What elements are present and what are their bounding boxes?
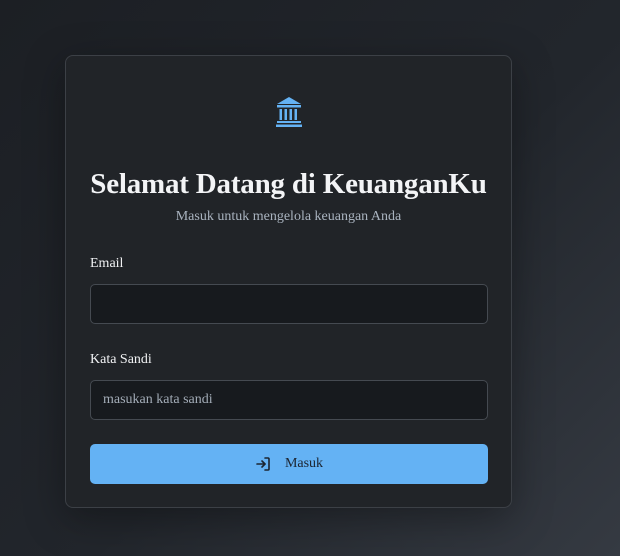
login-button-label: Masuk: [284, 456, 324, 471]
login-card: Selamat Datang di KeuanganKu Masuk untuk…: [65, 55, 512, 508]
page-title: Selamat Datang di KeuanganKu: [90, 168, 487, 200]
password-label: Kata Sandi: [90, 352, 152, 367]
password-field[interactable]: [90, 380, 488, 420]
login-button[interactable]: Masuk: [90, 444, 488, 484]
email-field[interactable]: [90, 284, 488, 324]
bank-icon: [275, 96, 303, 133]
logo: [66, 96, 511, 133]
page-subtitle: Masuk untuk mengelola keuangan Anda: [175, 209, 402, 224]
sign-in-icon: [255, 456, 271, 472]
email-label: Email: [90, 256, 124, 271]
